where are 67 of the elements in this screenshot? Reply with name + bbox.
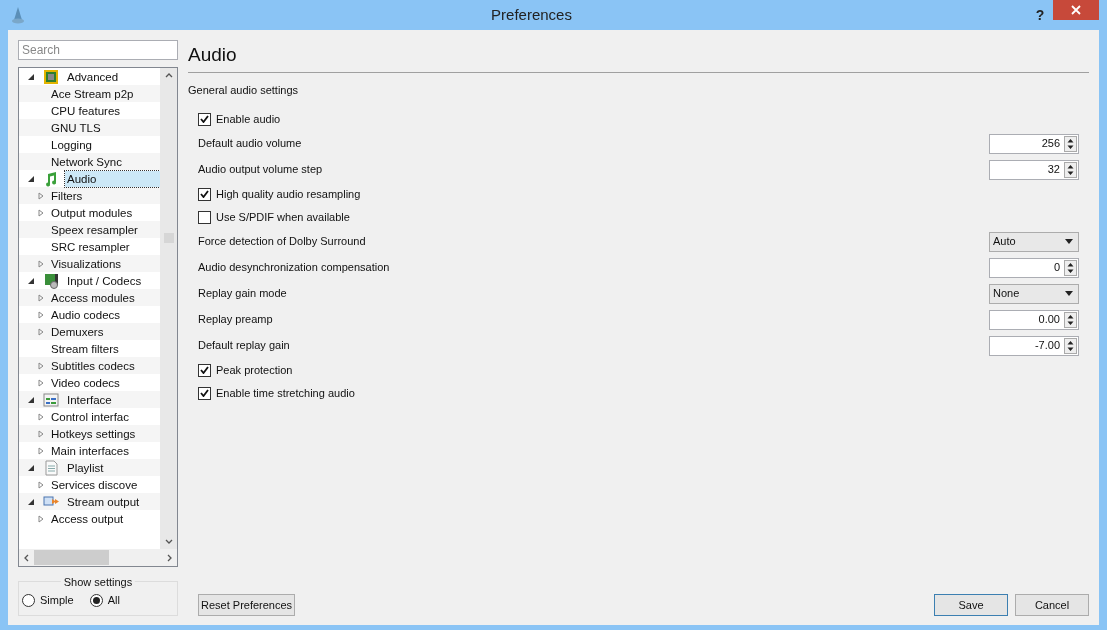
scroll-left-icon — [24, 553, 29, 562]
section-label: General audio settings — [188, 83, 300, 98]
checkmark-icon — [200, 389, 209, 397]
dropdown[interactable]: None — [989, 283, 1079, 304]
help-button[interactable]: ? — [1027, 5, 1053, 25]
setting-label: Replay preamp — [198, 312, 274, 328]
number-spinbox[interactable]: -7.00 — [989, 335, 1079, 356]
scroll-up-icon — [164, 73, 173, 78]
setting-label: Audio output volume step — [198, 162, 324, 178]
tree-item[interactable]: Audio codecs — [49, 306, 123, 323]
spin-arrows-icon — [1064, 135, 1077, 152]
checkbox-option[interactable]: Enable time stretching audio — [198, 384, 355, 402]
tree-item[interactable]: Control interfac — [49, 408, 131, 425]
setting-label: Force detection of Dolby Surround — [198, 234, 367, 250]
setting-label: Default replay gain — [198, 338, 291, 354]
save-button[interactable]: Save — [934, 594, 1008, 616]
scrollbar-thumb[interactable] — [34, 550, 109, 565]
setting-label: Default audio volume — [198, 136, 303, 152]
close-button[interactable] — [1053, 0, 1099, 20]
number-spinbox[interactable]: 0 — [989, 257, 1079, 278]
setting-label: Audio desynchronization compensation — [198, 260, 391, 276]
tree-item[interactable]: Input / Codecs — [65, 272, 144, 289]
vertical-scrollbar[interactable] — [160, 68, 177, 549]
spin-arrows-icon — [1064, 161, 1077, 178]
tree-item[interactable]: Access output — [49, 510, 126, 527]
tree-item[interactable]: Video codecs — [49, 374, 122, 391]
app-cone-icon — [10, 6, 26, 24]
spin-arrows-icon — [1064, 311, 1077, 328]
page-heading: Audio — [188, 43, 238, 67]
tree-item[interactable]: CPU features — [49, 102, 123, 119]
film-gear-icon — [43, 272, 59, 289]
checkbox-option[interactable]: Peak protection — [198, 361, 293, 379]
radio-option[interactable]: All — [89, 592, 120, 609]
tree-item[interactable]: Services discove — [49, 476, 140, 493]
tree-item[interactable]: Main interfaces — [49, 442, 131, 459]
reset-preferences-button[interactable]: Reset Preferences — [198, 594, 296, 616]
window-title: Preferences — [490, 4, 573, 25]
checkmark-icon — [200, 366, 209, 374]
tree-item[interactable]: Advanced — [65, 68, 121, 85]
tree-item[interactable]: Logging — [49, 136, 94, 153]
checkbox-option[interactable]: Use S/PDIF when available — [198, 208, 350, 226]
number-spinbox[interactable]: 256 — [989, 133, 1079, 154]
spin-arrows-icon — [1064, 259, 1077, 276]
checkmark-icon — [200, 190, 209, 198]
radio-option[interactable]: Simple — [22, 592, 74, 609]
music-note-icon — [43, 170, 59, 187]
number-spinbox[interactable]: 32 — [989, 159, 1079, 180]
checkbox-option[interactable]: High quality audio resampling — [198, 185, 361, 203]
dropdown[interactable]: Auto — [989, 231, 1079, 252]
tree-item[interactable]: Stream filters — [49, 340, 121, 357]
chip-icon — [43, 68, 59, 85]
setting-label: Replay gain mode — [198, 286, 288, 302]
tree-item[interactable]: Audio — [65, 170, 160, 187]
dropdown-caret-icon — [1065, 291, 1073, 296]
tree-item[interactable]: SRC resampler — [49, 238, 132, 255]
spin-arrows-icon — [1064, 337, 1077, 354]
cancel-button[interactable]: Cancel — [1015, 594, 1089, 616]
scroll-down-icon — [164, 539, 173, 544]
tree-item[interactable]: Output modules — [49, 204, 135, 221]
dropdown-caret-icon — [1065, 239, 1073, 244]
search-field[interactable]: Search — [18, 40, 178, 60]
checkbox-option[interactable]: Enable audio — [198, 110, 281, 128]
horizontal-scrollbar[interactable] — [19, 549, 177, 566]
close-icon — [1071, 5, 1081, 15]
number-spinbox[interactable]: 0.00 — [989, 309, 1079, 330]
scroll-right-icon — [167, 553, 172, 562]
checkmark-icon — [200, 115, 209, 123]
